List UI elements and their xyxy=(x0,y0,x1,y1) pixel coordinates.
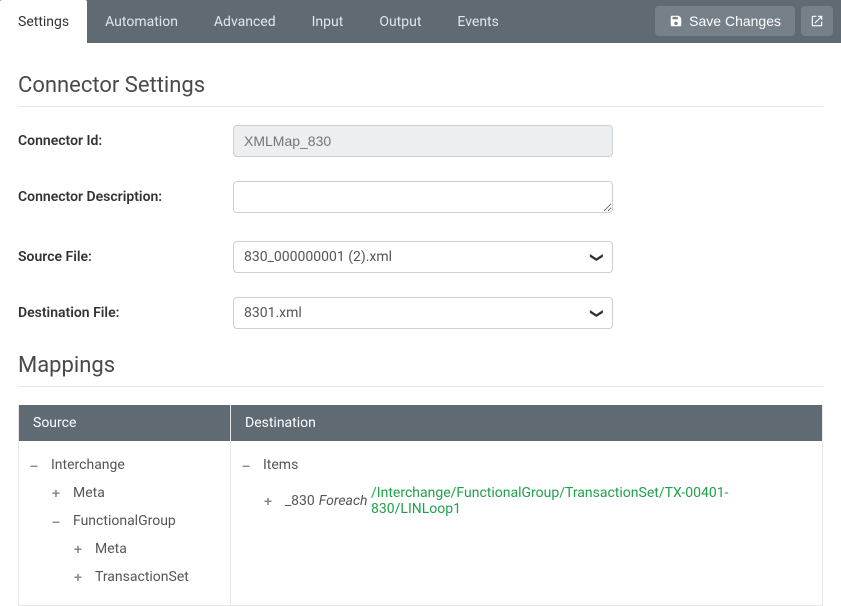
tree-label: Meta xyxy=(95,541,127,557)
tree-row[interactable]: + Meta xyxy=(27,535,222,563)
connector-id-input[interactable] xyxy=(233,125,613,157)
destination-file-value: 8301.xml xyxy=(244,305,302,321)
save-changes-button[interactable]: Save Changes xyxy=(655,6,795,36)
source-file-value: 830_000000001 (2).xml xyxy=(244,249,392,265)
chevron-down-icon: ❯ xyxy=(589,252,604,263)
expand-icon[interactable]: + xyxy=(71,569,85,585)
tree-row[interactable]: – FunctionalGroup xyxy=(27,507,222,535)
external-link-icon xyxy=(810,14,824,28)
source-tree: – Interchange + Meta – FunctionalGroup +… xyxy=(19,441,230,605)
tree-label: _830 xyxy=(285,493,315,509)
destination-file-select[interactable]: 8301.xml ❯ xyxy=(233,297,613,329)
mappings-panel: Source – Interchange + Meta – Functional… xyxy=(18,405,823,606)
tabs: Settings Automation Advanced Input Outpu… xyxy=(0,0,517,43)
collapse-icon[interactable]: – xyxy=(239,457,253,473)
divider xyxy=(18,106,823,107)
tree-row[interactable]: + Meta xyxy=(27,479,222,507)
chevron-down-icon: ❯ xyxy=(589,308,604,319)
tab-settings[interactable]: Settings xyxy=(0,0,87,43)
top-tab-bar: Settings Automation Advanced Input Outpu… xyxy=(0,0,841,43)
tree-label: Items xyxy=(263,457,298,473)
tree-row[interactable]: + _830 Foreach /Interchange/FunctionalGr… xyxy=(239,479,814,523)
connector-description-label: Connector Description: xyxy=(18,181,233,205)
collapse-icon[interactable]: – xyxy=(49,513,63,529)
external-link-button[interactable] xyxy=(801,6,833,36)
expand-icon[interactable]: + xyxy=(71,541,85,557)
connector-description-input[interactable] xyxy=(233,181,613,213)
tree-row[interactable]: + TransactionSet xyxy=(27,563,222,591)
mappings-heading: Mappings xyxy=(18,353,823,378)
divider xyxy=(18,386,823,387)
tree-label: Interchange xyxy=(51,457,125,473)
tab-input[interactable]: Input xyxy=(294,0,362,43)
collapse-icon[interactable]: – xyxy=(27,457,41,473)
tree-label: TransactionSet xyxy=(95,569,189,585)
source-file-label: Source File: xyxy=(18,241,233,265)
foreach-path: /Interchange/FunctionalGroup/Transaction… xyxy=(371,485,814,517)
foreach-keyword: Foreach xyxy=(319,493,368,509)
source-file-select[interactable]: 830_000000001 (2).xml ❯ xyxy=(233,241,613,273)
connector-id-label: Connector Id: xyxy=(18,125,233,149)
tab-events[interactable]: Events xyxy=(439,0,516,43)
floppy-icon xyxy=(669,14,683,28)
destination-file-label: Destination File: xyxy=(18,297,233,321)
expand-icon[interactable]: + xyxy=(261,493,275,509)
destination-column: Destination – Items + _830 Foreach /Inte… xyxy=(231,405,822,605)
tree-row[interactable]: – Items xyxy=(239,451,814,479)
connector-settings-heading: Connector Settings xyxy=(18,73,823,98)
source-column: Source – Interchange + Meta – Functional… xyxy=(19,405,231,605)
source-header: Source xyxy=(19,405,230,441)
tab-advanced[interactable]: Advanced xyxy=(196,0,294,43)
save-button-label: Save Changes xyxy=(689,13,781,29)
tree-label: Meta xyxy=(73,485,105,501)
tree-row[interactable]: – Interchange xyxy=(27,451,222,479)
destination-header: Destination xyxy=(231,405,822,441)
expand-icon[interactable]: + xyxy=(49,485,63,501)
tab-automation[interactable]: Automation xyxy=(87,0,196,43)
destination-tree: – Items + _830 Foreach /Interchange/Func… xyxy=(231,441,822,537)
tree-label: FunctionalGroup xyxy=(73,513,176,529)
tab-output[interactable]: Output xyxy=(361,0,439,43)
